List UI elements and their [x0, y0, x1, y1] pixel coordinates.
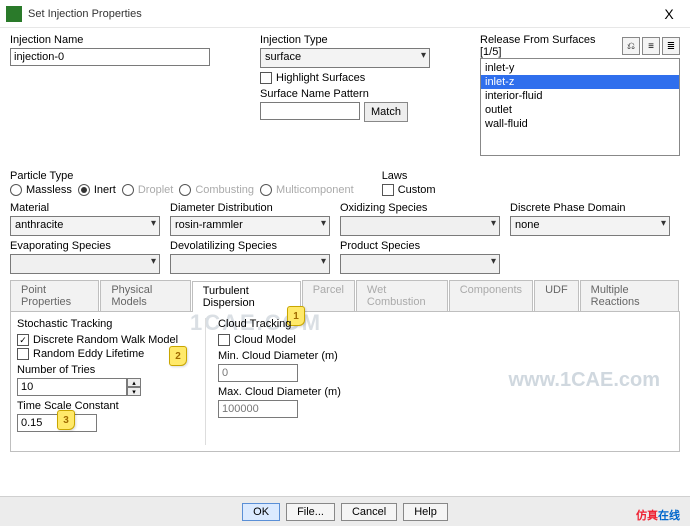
discrete-domain-label: Discrete Phase Domain: [510, 202, 670, 214]
spin-down-icon[interactable]: ▾: [127, 387, 141, 396]
particle-combusting-label: Combusting: [195, 184, 254, 196]
particle-combusting-radio[interactable]: [179, 184, 191, 196]
close-icon[interactable]: X: [654, 6, 684, 22]
match-button[interactable]: Match: [364, 102, 408, 122]
highlight-surfaces-label: Highlight Surfaces: [276, 72, 365, 84]
max-cloud-label: Max. Cloud Diameter (m): [218, 386, 375, 398]
min-cloud-input: [218, 364, 298, 382]
devolatilizing-select: [170, 254, 330, 274]
list-deselect-icon[interactable]: ≣: [662, 37, 680, 55]
product-select: [340, 254, 500, 274]
list-select-all-icon[interactable]: ≡: [642, 37, 660, 55]
particle-multicomp-label: Multicomponent: [276, 184, 354, 196]
particle-massless-radio[interactable]: [10, 184, 22, 196]
tab-multiple-reactions[interactable]: Multiple Reactions: [580, 280, 679, 311]
random-eddy-label: Random Eddy Lifetime: [33, 348, 144, 360]
custom-laws-checkbox[interactable]: [382, 184, 394, 196]
oxidizing-label: Oxidizing Species: [340, 202, 500, 214]
list-toggle-icon[interactable]: ⎌: [622, 37, 640, 55]
particle-inert-radio[interactable]: [78, 184, 90, 196]
ok-button[interactable]: OK: [242, 503, 280, 521]
help-button[interactable]: Help: [403, 503, 448, 521]
marker-3: 3: [57, 410, 75, 430]
discrete-domain-select[interactable]: none: [510, 216, 670, 236]
tries-input[interactable]: [17, 378, 127, 396]
max-cloud-input: [218, 400, 298, 418]
watermark-brand: 仿真在线: [636, 506, 680, 523]
injection-type-select[interactable]: surface: [260, 48, 430, 68]
app-icon: [6, 6, 22, 22]
list-item[interactable]: inlet-z: [481, 75, 679, 89]
list-item[interactable]: inlet-y: [481, 61, 679, 75]
cloud-model-checkbox[interactable]: [218, 334, 230, 346]
evaporating-select: [10, 254, 160, 274]
cancel-button[interactable]: Cancel: [341, 503, 397, 521]
marker-2: 2: [169, 346, 187, 366]
oxidizing-select: [340, 216, 500, 236]
tab-turbulent-dispersion[interactable]: Turbulent Dispersion: [192, 281, 301, 312]
tab-udf[interactable]: UDF: [534, 280, 579, 311]
tab-parcel: Parcel: [302, 280, 355, 311]
injection-name-label: Injection Name: [10, 34, 210, 46]
min-cloud-label: Min. Cloud Diameter (m): [218, 350, 375, 362]
random-eddy-checkbox[interactable]: [17, 348, 29, 360]
cloud-title: Cloud Tracking: [218, 318, 375, 330]
particle-massless-label: Massless: [26, 184, 72, 196]
diameter-dist-label: Diameter Distribution: [170, 202, 330, 214]
custom-laws-label: Custom: [398, 184, 436, 196]
stochastic-title: Stochastic Tracking: [17, 318, 187, 330]
evaporating-label: Evaporating Species: [10, 240, 160, 252]
particle-droplet-label: Droplet: [138, 184, 173, 196]
file-button[interactable]: File...: [286, 503, 335, 521]
particle-droplet-radio[interactable]: [122, 184, 134, 196]
tab-bar: Point Properties Physical Models Turbule…: [10, 280, 680, 312]
tab-components: Components: [449, 280, 533, 311]
injection-type-label: Injection Type: [260, 34, 430, 46]
material-select[interactable]: anthracite: [10, 216, 160, 236]
tab-physical-models[interactable]: Physical Models: [100, 280, 190, 311]
laws-label: Laws: [382, 170, 436, 182]
list-item[interactable]: outlet: [481, 103, 679, 117]
devolatilizing-label: Devolatilizing Species: [170, 240, 330, 252]
surface-name-pattern-label: Surface Name Pattern: [260, 88, 430, 100]
list-item[interactable]: interior-fluid: [481, 89, 679, 103]
release-surfaces-list[interactable]: inlet-y inlet-z interior-fluid outlet wa…: [480, 58, 680, 156]
particle-inert-label: Inert: [94, 184, 116, 196]
release-surfaces-label: Release From Surfaces [1/5]: [480, 34, 618, 58]
drwm-checkbox[interactable]: ✓: [17, 334, 29, 346]
tab-point-properties[interactable]: Point Properties: [10, 280, 99, 311]
tries-spinner[interactable]: ▴▾: [17, 378, 187, 396]
window-title: Set Injection Properties: [28, 8, 654, 20]
spin-up-icon[interactable]: ▴: [127, 378, 141, 387]
drwm-label: Discrete Random Walk Model: [33, 334, 178, 346]
list-item[interactable]: wall-fluid: [481, 117, 679, 131]
tab-wet-combustion: Wet Combustion: [356, 280, 448, 311]
cloud-model-label: Cloud Model: [234, 334, 296, 346]
tsc-label: Time Scale Constant: [17, 400, 187, 412]
diameter-dist-select[interactable]: rosin-rammler: [170, 216, 330, 236]
surface-name-pattern-input[interactable]: [260, 102, 360, 120]
particle-type-label: Particle Type: [10, 170, 354, 182]
product-label: Product Species: [340, 240, 500, 252]
material-label: Material: [10, 202, 160, 214]
injection-name-input[interactable]: [10, 48, 210, 66]
particle-multicomp-radio[interactable]: [260, 184, 272, 196]
highlight-surfaces-checkbox[interactable]: [260, 72, 272, 84]
tries-label: Number of Tries: [17, 364, 187, 376]
